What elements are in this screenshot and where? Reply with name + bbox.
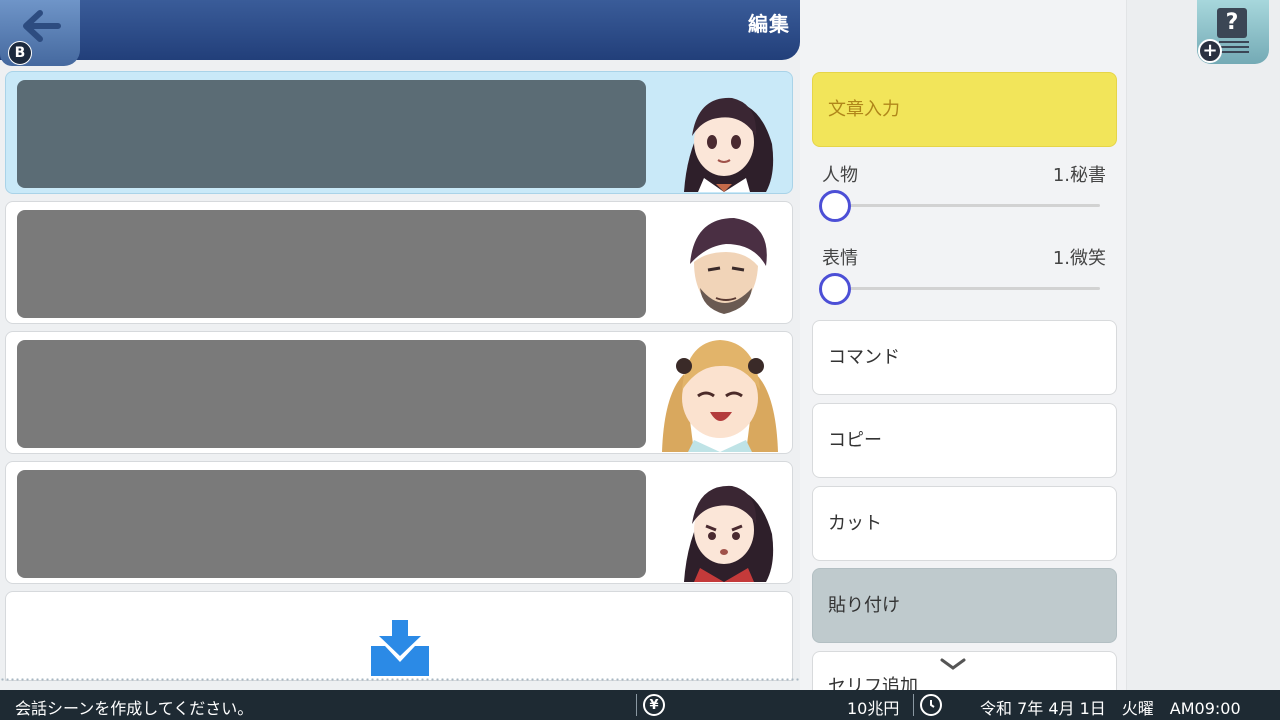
person-slider-knob[interactable] bbox=[819, 190, 851, 222]
secretary-troubled-portrait bbox=[684, 485, 774, 582]
paste-button[interactable]: 貼り付け bbox=[812, 568, 1117, 643]
dialog-row-1[interactable] bbox=[5, 71, 793, 194]
clock-icon bbox=[920, 694, 942, 716]
back-button[interactable]: B bbox=[0, 0, 80, 66]
status-bar: 会話シーンを作成してください。 ¥ 10兆円 令和 7年 4月 1日 火曜 AM… bbox=[0, 690, 1280, 720]
page-title: 編集 bbox=[748, 12, 790, 36]
twin-tail-girl-laughing-portrait bbox=[662, 340, 778, 452]
text-input-button[interactable]: 文章入力 bbox=[812, 72, 1117, 147]
expression-slider-knob[interactable] bbox=[819, 273, 851, 305]
expression-label: 表情 bbox=[822, 248, 858, 269]
dialog-row-4[interactable] bbox=[5, 461, 793, 584]
dialog-text-box[interactable] bbox=[17, 210, 646, 318]
dialog-text-box[interactable] bbox=[17, 80, 646, 188]
cut-button[interactable]: カット bbox=[812, 486, 1117, 561]
b-key-badge: B bbox=[8, 41, 32, 65]
expression-slider-track[interactable] bbox=[835, 287, 1100, 290]
dialog-text-box[interactable] bbox=[17, 470, 646, 578]
dialog-row-2[interactable] bbox=[5, 201, 793, 324]
person-slider-track[interactable] bbox=[835, 204, 1100, 207]
command-button[interactable]: コマンド bbox=[812, 320, 1117, 395]
status-separator bbox=[913, 694, 914, 716]
dotted-divider bbox=[0, 677, 800, 682]
bearded-man-portrait bbox=[690, 218, 767, 322]
copy-button[interactable]: コピー bbox=[812, 403, 1117, 478]
money-value: 10兆円 bbox=[847, 699, 900, 718]
add-dialog-row[interactable] bbox=[5, 591, 793, 681]
dialog-text-box[interactable] bbox=[17, 340, 646, 448]
help-button[interactable]: ? + bbox=[1197, 0, 1269, 64]
plus-icon: + bbox=[1198, 39, 1222, 63]
question-help-icon: ? bbox=[1217, 8, 1247, 38]
status-separator bbox=[636, 694, 637, 716]
secretary-smile-portrait bbox=[684, 97, 774, 192]
expression-value: 1.微笑 bbox=[1052, 248, 1106, 269]
status-message: 会話シーンを作成してください。 bbox=[15, 699, 254, 718]
dialog-row-3[interactable] bbox=[5, 331, 793, 454]
person-value: 1.秘書 bbox=[1052, 165, 1106, 186]
far-right-area bbox=[1126, 0, 1280, 690]
chevron-down-icon[interactable] bbox=[940, 658, 966, 672]
header-bar: 編集 bbox=[0, 0, 800, 60]
arrow-left-icon bbox=[23, 10, 61, 42]
yen-icon: ¥ bbox=[643, 694, 665, 716]
help-lines-icon bbox=[1219, 41, 1249, 56]
date-time: 令和 7年 4月 1日 火曜 AM09:00 bbox=[980, 699, 1241, 718]
download-icon bbox=[371, 620, 429, 676]
person-label: 人物 bbox=[822, 165, 858, 186]
